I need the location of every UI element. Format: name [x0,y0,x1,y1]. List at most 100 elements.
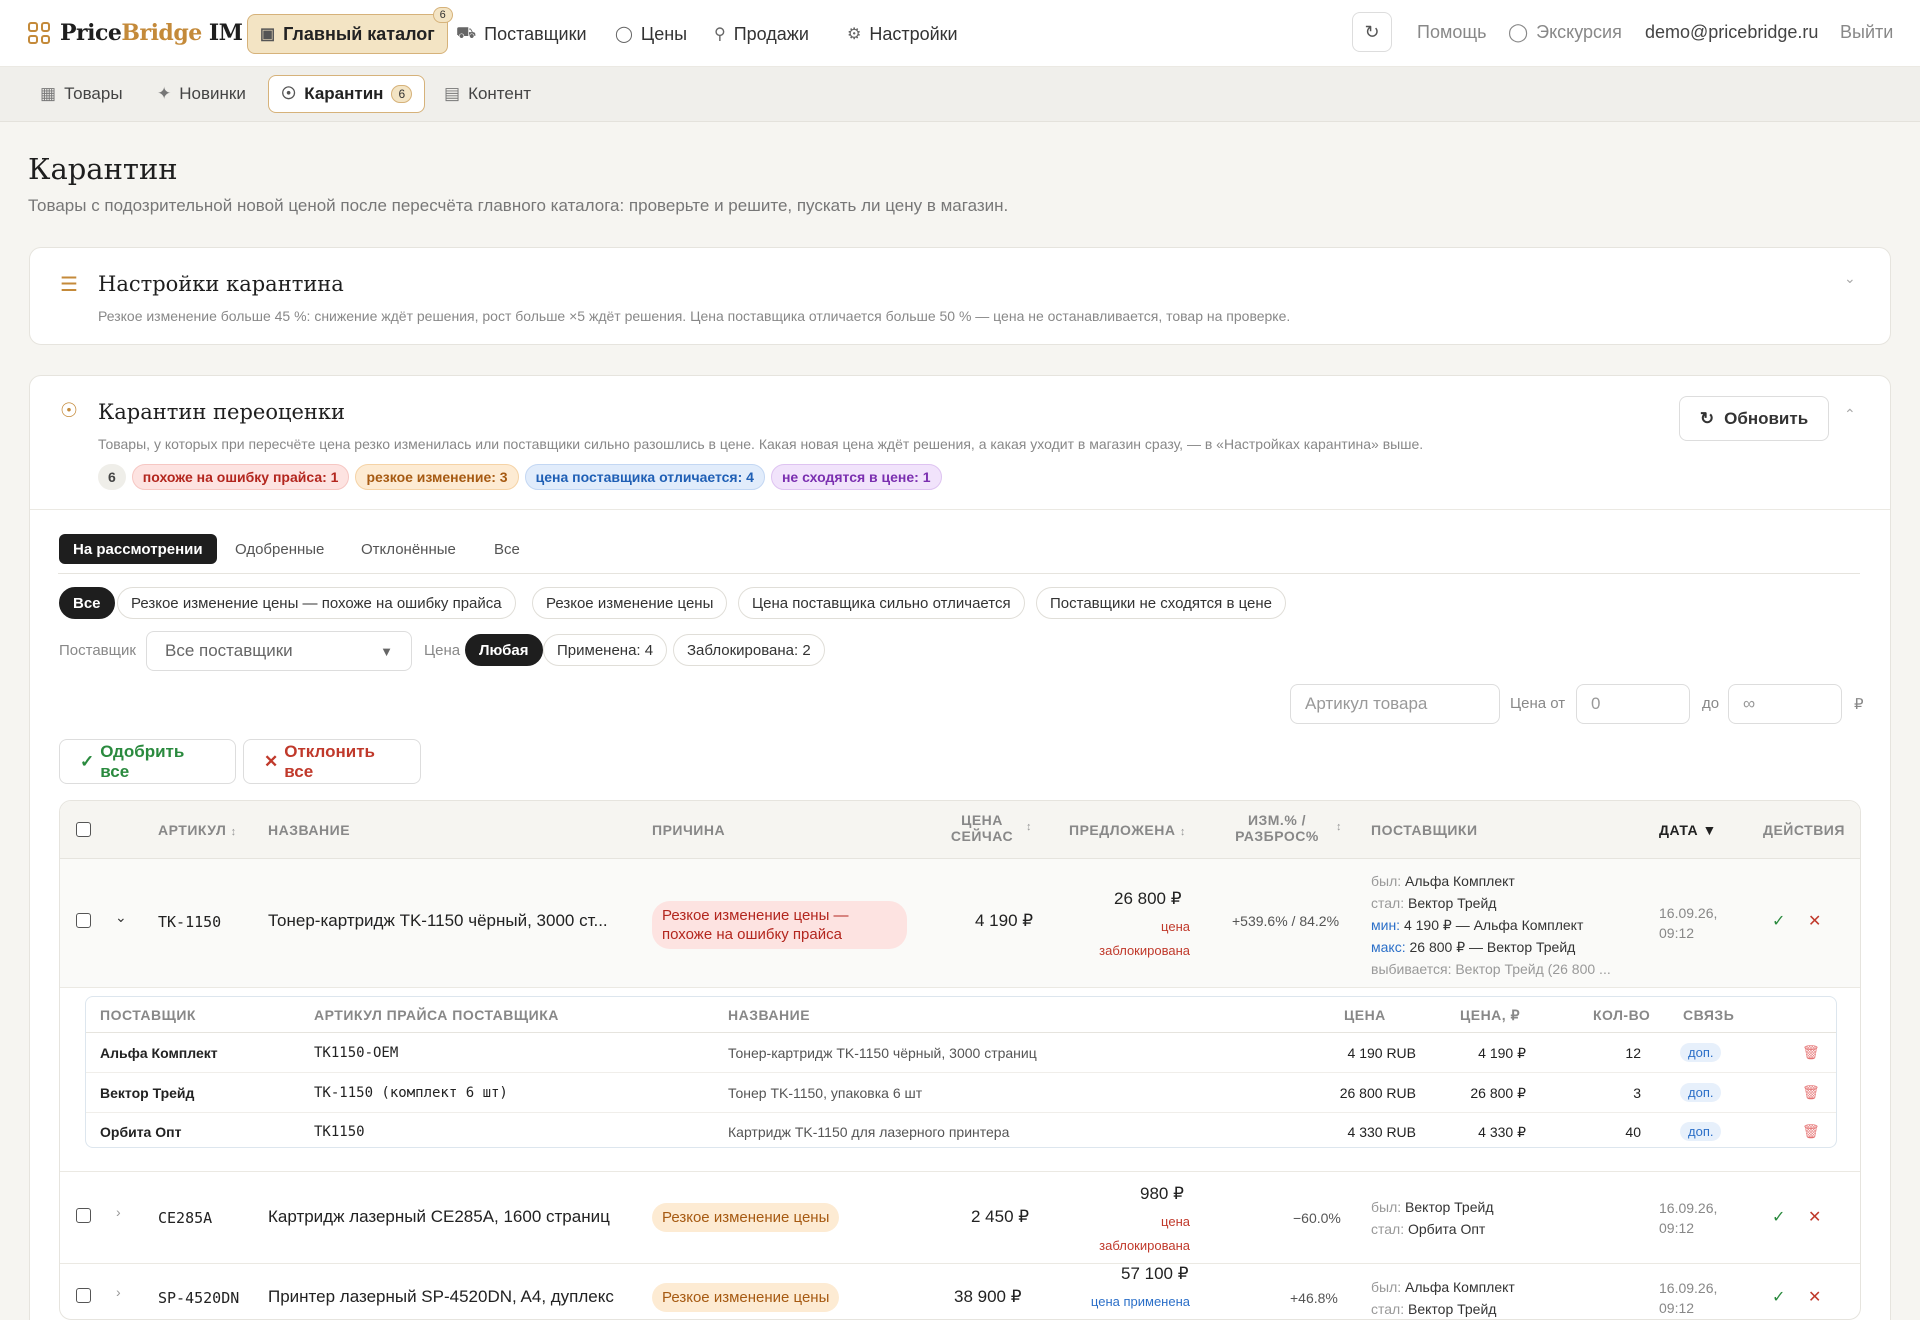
reject-close-icon[interactable]: ✕ [1808,1287,1821,1307]
nav-label: Настройки [869,23,958,44]
reject-close-icon[interactable]: ✕ [1808,911,1821,931]
chevron-up-icon[interactable]: ⌃ [1844,406,1856,423]
nav-settings[interactable]: ⚙ Настройки [835,14,970,54]
th-change-line2: РАЗБРОС% [1235,828,1319,844]
nav-main-catalog[interactable]: ▣ Главный каталог 6 [247,7,453,54]
status-line1: цена [1161,919,1190,934]
th-price-now[interactable]: ЦЕНА СЕЙЧАС [947,812,1017,844]
pill-sharp: резкое изменение: 3 [355,464,519,490]
trash-icon[interactable]: 🗑 [1802,1123,1820,1140]
price-to-input[interactable]: ∞ [1728,684,1842,724]
row-name[interactable]: Картридж лазерный CE285A, 1600 страниц [268,1207,610,1227]
divider [30,509,1890,510]
user-email[interactable]: demo@pricebridge.ru [1645,22,1818,43]
price-filter-applied[interactable]: Применена: 4 [543,634,668,666]
reject-all-button[interactable]: ✕ Отклонить все [243,739,421,784]
sub-supplier: Орбита Опт [100,1124,182,1140]
subnav-badge: 6 [391,85,413,103]
sth-price: ЦЕНА [1344,1007,1386,1023]
tag-icon: ◯ [615,26,633,43]
select-all-checkbox[interactable] [76,822,91,837]
price-filter-label: Цена [424,642,461,659]
logo[interactable]: PriceBridge IM [28,20,243,46]
expand-chevron-icon[interactable]: › [116,1204,121,1220]
status-line2: заблокирована [1099,943,1190,958]
th-name: НАЗВАНИЕ [268,822,351,838]
approve-check-icon[interactable]: ✓ [1772,1207,1785,1227]
approve-all-button[interactable]: ✓ Одобрить все [59,739,236,784]
table-row[interactable]: › SP-4520DN Принтер лазерный SP-4520DN, … [60,1264,1860,1319]
price-from-input[interactable]: 0 [1576,684,1690,724]
tab-rejected[interactable]: Отклонённые [347,534,470,564]
row-change: −60.0% [1293,1210,1341,1226]
sub-sku: TK1150 [314,1124,365,1140]
sort-icon: ↕ [1179,826,1186,838]
table-row[interactable]: ⌄ TK-1150 Тонер-картридж TK-1150 чёрный,… [60,859,1860,987]
supplier-select[interactable]: Все поставщики ▼ [146,631,412,671]
sup-was-label: был: [1371,873,1402,889]
trash-icon[interactable]: 🗑 [1802,1084,1820,1101]
reason-filter-sharp[interactable]: Резкое изменение цены [532,587,728,619]
row-checkbox[interactable] [76,913,91,928]
logo-text: PriceBridge IM [60,20,243,46]
subnav-new[interactable]: ✦ Новинки [145,75,258,113]
nav-sales[interactable]: ⚲ Продажи [702,14,821,54]
sup-max: 26 800 ₽ — Вектор Трейд [1409,939,1576,955]
row-checkbox[interactable] [76,1208,91,1223]
th-proposed[interactable]: ПРЕДЛОЖЕНА ↕ [1069,822,1186,838]
sub-name: Тонер-картридж TK-1150 чёрный, 3000 стра… [728,1045,1037,1061]
settings-card[interactable]: ☰ Настройки карантина Резкое изменение б… [29,247,1891,345]
trash-icon[interactable]: 🗑 [1802,1044,1820,1061]
reason-filter-mismatch[interactable]: Поставщики не сходятся в цене [1036,587,1286,619]
reject-close-icon[interactable]: ✕ [1808,1207,1821,1227]
reason-filter-all[interactable]: Все [59,587,115,619]
tab-all[interactable]: Все [480,534,534,564]
currency-label: ₽ [1854,696,1864,713]
price-filter-blocked[interactable]: Заблокирована: 2 [673,634,825,666]
sub-sku: TK1150-OEM [314,1045,399,1061]
table-row[interactable]: › CE285A Картридж лазерный CE285A, 1600 … [60,1172,1860,1262]
subnav-content[interactable]: ▤ Контент [432,75,543,113]
sup-was: Вектор Трейд [1405,1199,1494,1215]
sub-link-badge[interactable]: доп. [1680,1083,1722,1102]
nav-prices[interactable]: ◯ Цены [603,14,699,54]
logout-link[interactable]: Выйти [1840,22,1893,43]
row-price-now: 38 900 ₽ [954,1287,1022,1306]
tab-approved[interactable]: Одобренные [221,534,338,564]
th-price-now-line1: ЦЕНА [961,812,1003,828]
row-reason-badge: Резкое изменение цены [652,1203,840,1232]
sub-link-badge[interactable]: доп. [1680,1122,1722,1141]
nav-label: Цены [640,23,688,44]
th-change[interactable]: ИЗМ.% / РАЗБРОС% [1232,812,1322,844]
sup-was-label: был: [1371,1199,1402,1215]
th-sku[interactable]: АРТИКУЛ ↕ [158,822,237,838]
chevron-down-icon[interactable]: ⌄ [1844,270,1856,287]
reason-filter-error[interactable]: Резкое изменение цены — похоже на ошибку… [117,587,516,619]
th-date[interactable]: ДАТА ▼ [1659,822,1717,838]
approve-check-icon[interactable]: ✓ [1772,1287,1785,1307]
sup-was: Альфа Комплект [1405,1279,1515,1295]
help-link[interactable]: Помощь [1417,22,1487,43]
row-checkbox[interactable] [76,1288,91,1303]
tour-link[interactable]: ◯ Экскурсия [1508,22,1622,43]
row-change: +46.8% [1290,1290,1338,1306]
nav-suppliers[interactable]: ⛟ Поставщики [444,14,599,54]
reason-filter-supplier[interactable]: Цена поставщика сильно отличается [738,587,1025,619]
sup-max-label: макс: [1371,939,1406,955]
row-sku: TK-1150 [158,913,222,931]
sub-link-badge[interactable]: доп. [1680,1043,1722,1062]
expand-chevron-icon[interactable]: › [116,1284,121,1300]
subnav-products[interactable]: ▦ Товары [28,75,135,113]
refresh-quarantine-button[interactable]: ↻ Обновить [1679,396,1829,441]
subnav-quarantine[interactable]: ☉ Карантин 6 [268,75,426,113]
th-actions: ДЕЙСТВИЯ [1763,822,1845,838]
refresh-button[interactable]: ↻ [1352,12,1392,52]
sku-search-input[interactable]: Артикул товара [1290,684,1500,724]
expand-chevron-icon[interactable]: ⌄ [115,909,127,926]
row-name[interactable]: Тонер-картридж TK-1150 чёрный, 3000 ст..… [268,911,608,931]
row-name[interactable]: Принтер лазерный SP-4520DN, A4, дуплекс [268,1287,614,1307]
tab-pending[interactable]: На рассмотрении [59,534,217,564]
approve-check-icon[interactable]: ✓ [1772,911,1785,931]
price-filter-any[interactable]: Любая [465,634,543,666]
th-suppliers: ПОСТАВЩИКИ [1371,822,1478,838]
